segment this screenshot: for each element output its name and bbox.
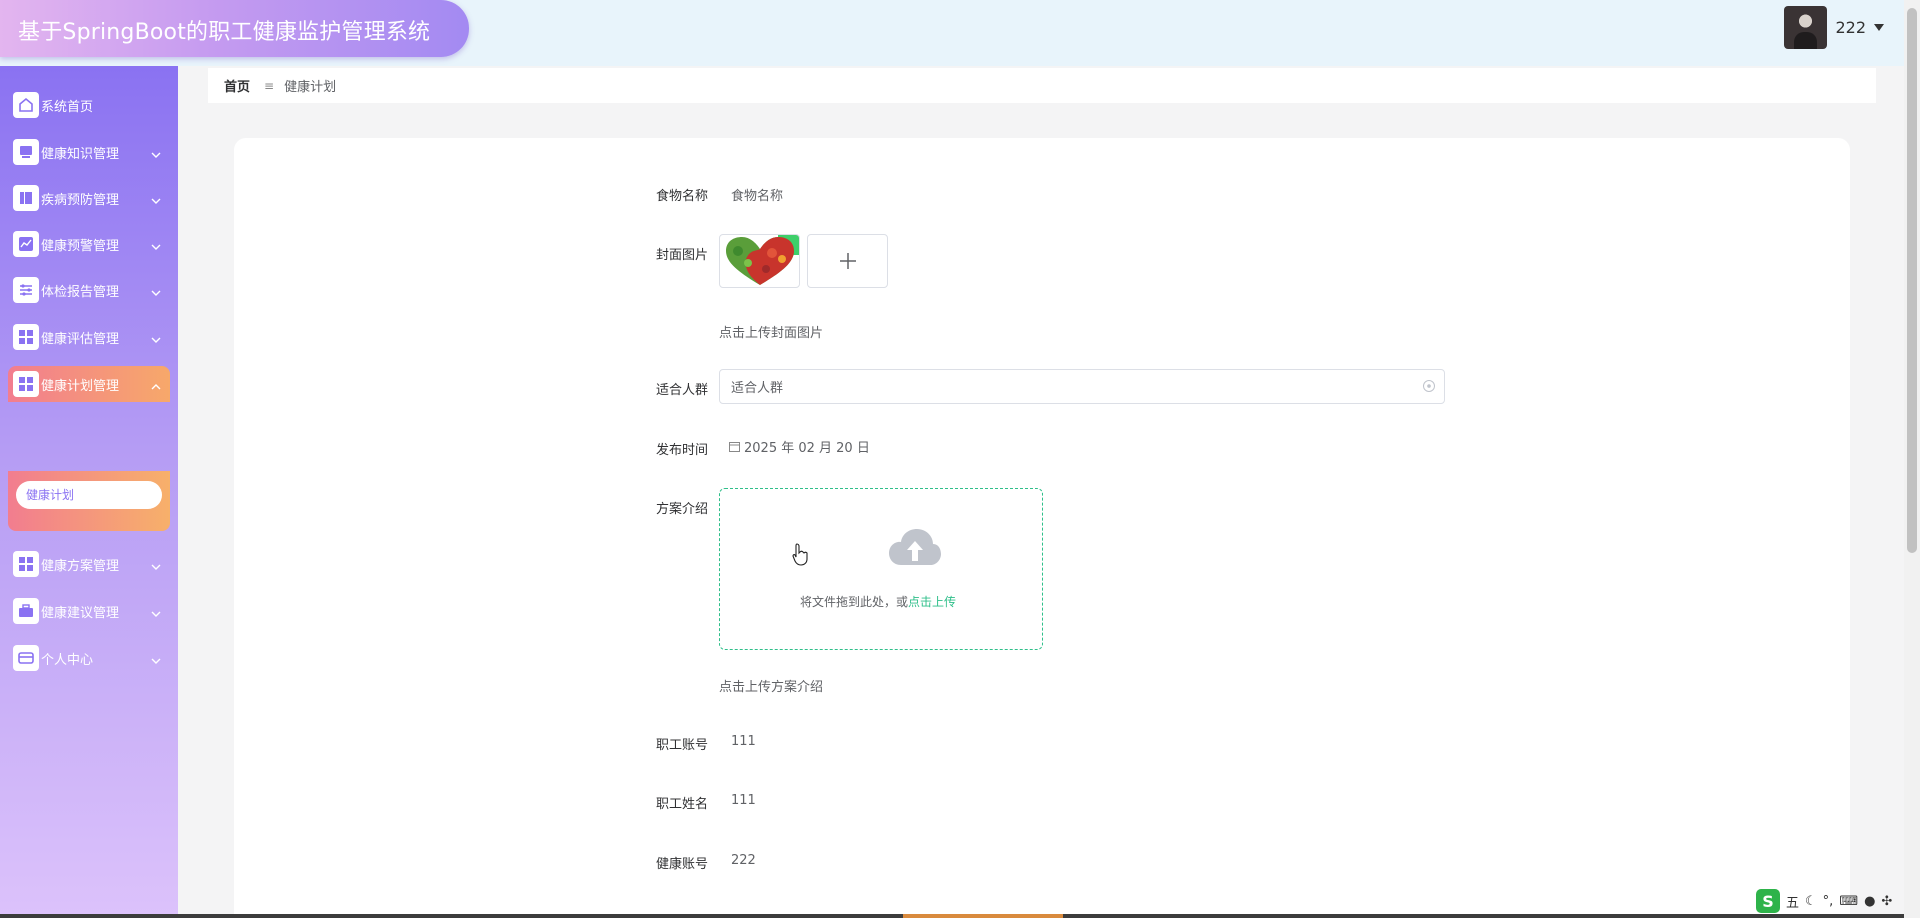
chevron-down-icon (150, 192, 162, 204)
sidebar-item-label: 健康预警管理 (41, 238, 120, 254)
audience-input[interactable] (719, 369, 1445, 404)
submenu-health-plan: 健康计划 (8, 471, 170, 531)
submenu-item-health-plan[interactable]: 健康计划 (16, 481, 162, 509)
chevron-up-icon (150, 378, 162, 390)
ime-mode[interactable]: 五 (1786, 892, 1799, 911)
breadcrumb-separator-icon: ≡ (264, 78, 275, 93)
sidebar-item-home[interactable]: 系统首页 (8, 87, 170, 123)
cloud-upload-icon (889, 529, 941, 565)
add-image-button[interactable] (807, 234, 888, 288)
food-name-label: 食物名称 (656, 189, 709, 204)
sidebar: 系统首页 健康知识管理 疾病预防管理 健康预警管理 体检报告管理 健康评估管理 … (0, 66, 178, 918)
click-upload-link[interactable]: 点击上传 (908, 595, 956, 609)
dropzone-instruction: 将文件拖到此处，或 (800, 595, 909, 609)
sliders-icon (13, 277, 39, 303)
publish-time-label: 发布时间 (656, 443, 709, 458)
chart-icon (13, 231, 39, 257)
ime-toolbar[interactable]: S 五 ☾ °, ⌨ ● ✣ (1756, 888, 1892, 914)
grid-icon (13, 551, 39, 577)
sidebar-item-health-scheme[interactable]: 健康方案管理 (8, 546, 170, 582)
sidebar-item-health-assessment[interactable]: 健康评估管理 (8, 319, 170, 355)
chevron-down-icon (150, 284, 162, 296)
plan-intro-upload-hint: 点击上传方案介绍 (719, 680, 824, 695)
app-title-banner: 基于SpringBoot的职工健康监护管理系统 (0, 0, 469, 57)
sidebar-item-label: 系统首页 (41, 99, 94, 115)
top-header: 基于SpringBoot的职工健康监护管理系统 222 (0, 0, 1920, 66)
plus-icon (839, 253, 856, 269)
employee-account-label: 职工账号 (656, 738, 709, 753)
app-title: 基于SpringBoot的职工健康监护管理系统 (18, 20, 431, 45)
sidebar-item-health-plan[interactable]: 健康计划管理 (8, 366, 170, 402)
cover-image-label: 封面图片 (656, 248, 709, 263)
hand-cursor-icon (792, 543, 808, 566)
sidebar-item-label: 健康建议管理 (41, 605, 120, 621)
user-icon[interactable]: ● (1864, 894, 1875, 909)
moon-icon[interactable]: ☾ (1805, 894, 1817, 909)
audience-label: 适合人群 (656, 383, 709, 398)
apps-icon[interactable]: ✣ (1881, 894, 1892, 909)
grid-icon (13, 324, 39, 350)
ime-logo-icon[interactable]: S (1756, 889, 1780, 913)
employee-account-value: 111 (731, 734, 756, 749)
sidebar-item-label: 健康评估管理 (41, 331, 120, 347)
employee-name-label: 职工姓名 (656, 797, 709, 812)
breadcrumb: 首页 ≡ 健康计划 (208, 68, 1876, 103)
clear-icon[interactable] (1422, 379, 1436, 393)
dropzone-text: 将文件拖到此处，或点击上传 (800, 593, 956, 610)
health-account-label: 健康账号 (656, 857, 709, 872)
sidebar-item-health-warning[interactable]: 健康预警管理 (8, 226, 170, 262)
page-scrollbar[interactable] (1904, 0, 1920, 918)
employee-name-value: 111 (731, 793, 756, 808)
caret-down-icon[interactable] (1874, 23, 1884, 31)
sidebar-item-label: 个人中心 (41, 652, 94, 668)
sidebar-item-label: 疾病预防管理 (41, 192, 120, 208)
sidebar-item-health-advice[interactable]: 健康建议管理 (8, 593, 170, 629)
sidebar-item-label: 体检报告管理 (41, 284, 120, 300)
user-menu[interactable]: 222 (1784, 5, 1884, 49)
health-account-value: 222 (731, 853, 756, 868)
sidebar-item-label: 健康方案管理 (41, 558, 120, 574)
avatar[interactable] (1784, 5, 1828, 49)
username[interactable]: 222 (1835, 18, 1866, 37)
food-name-value: 食物名称 (731, 189, 784, 204)
chevron-down-icon (150, 238, 162, 250)
book-icon (13, 185, 39, 211)
publish-date-value: 2025 年 02 月 20 日 (744, 441, 870, 456)
cover-upload-hint: 点击上传封面图片 (719, 326, 824, 341)
plan-intro-dropzone[interactable]: 将文件拖到此处，或点击上传 (719, 488, 1043, 650)
sidebar-item-health-knowledge[interactable]: 健康知识管理 (8, 134, 170, 170)
calendar-icon (729, 442, 740, 452)
sidebar-item-personal-center[interactable]: 个人中心 (8, 640, 170, 676)
punctuation-icon[interactable]: °, (1823, 894, 1834, 909)
grid-icon (13, 371, 39, 397)
taskbar-accent (903, 914, 1063, 918)
publish-date-picker[interactable]: 2025 年 02 月 20 日 (729, 437, 870, 456)
card-icon (13, 645, 39, 671)
sidebar-item-label: 健康知识管理 (41, 146, 120, 162)
chevron-down-icon (150, 558, 162, 570)
plan-intro-label: 方案介绍 (656, 502, 709, 517)
cover-image-thumbnail[interactable] (719, 234, 800, 288)
breadcrumb-home[interactable]: 首页 (224, 76, 250, 95)
sidebar-item-label: 健康计划管理 (41, 378, 120, 394)
chevron-down-icon (150, 605, 162, 617)
sidebar-item-disease-prevention[interactable]: 疾病预防管理 (8, 180, 170, 216)
breadcrumb-current: 健康计划 (284, 80, 337, 95)
chevron-down-icon (150, 652, 162, 664)
chevron-down-icon (150, 146, 162, 158)
home-icon (13, 92, 39, 118)
monitor-icon (13, 139, 39, 165)
keyboard-icon[interactable]: ⌨ (1839, 894, 1858, 909)
sidebar-item-checkup-report[interactable]: 体检报告管理 (8, 272, 170, 308)
briefcase-icon (13, 598, 39, 624)
scrollbar-thumb[interactable] (1907, 8, 1917, 553)
chevron-down-icon (150, 331, 162, 343)
